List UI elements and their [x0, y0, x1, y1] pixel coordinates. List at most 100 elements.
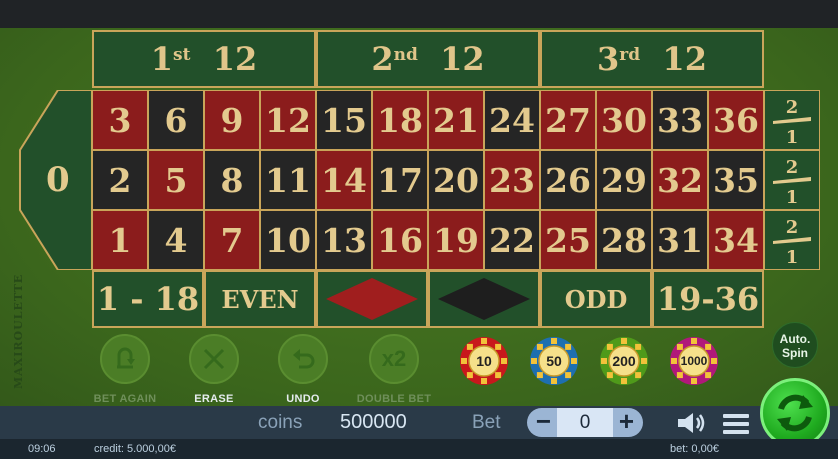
coins-value: 500000 [340, 411, 407, 433]
clock: 09:06 [28, 443, 56, 455]
chip-1000[interactable]: 1000 [669, 336, 719, 386]
bet-red[interactable] [316, 270, 428, 328]
double-bet-icon: x2 [381, 346, 407, 371]
number-cell[interactable]: 27 [540, 90, 596, 150]
number-cell[interactable]: 33 [652, 90, 708, 150]
number-cell[interactable]: 7 [204, 210, 260, 270]
number-cell[interactable]: 19 [428, 210, 484, 270]
column-bottom-number: 1 [786, 247, 799, 268]
number-cell[interactable]: 25 [540, 210, 596, 270]
spin-button[interactable] [760, 378, 830, 448]
undo-button[interactable] [278, 334, 328, 384]
number-cell[interactable]: 29 [596, 150, 652, 210]
bet-low[interactable]: 1 - 18 [92, 270, 204, 328]
bet-zero[interactable]: 0 [18, 90, 92, 270]
number-cell[interactable]: 20 [428, 150, 484, 210]
number-cell[interactable]: 18 [372, 90, 428, 150]
number-cell[interactable]: 6 [148, 90, 204, 150]
chip-value: 10 [476, 353, 492, 369]
number-cell[interactable]: 36 [708, 90, 764, 150]
bet-column-2to1[interactable]: 21 [764, 210, 820, 270]
dozen-ordinal: 1 [150, 40, 173, 78]
spin-icon [777, 394, 813, 432]
number-cell[interactable]: 12 [260, 90, 316, 150]
status-bar: 09:06 credit: 5.000,00€ bet: 0,00€ [0, 439, 838, 459]
speaker-icon[interactable] [676, 412, 708, 434]
chip-value: 1000 [680, 354, 708, 368]
number-cell[interactable]: 26 [540, 150, 596, 210]
number-cell[interactable]: 31 [652, 210, 708, 270]
bet-second-dozen[interactable]: 2nd 12 [316, 30, 540, 88]
number-cell[interactable]: 34 [708, 210, 764, 270]
two-to-one-mark: 21 [773, 97, 811, 148]
number-cell[interactable]: 30 [596, 90, 652, 150]
bet-black[interactable] [428, 270, 540, 328]
side-logo-text: MAXIROULETTE [12, 273, 25, 389]
bet-column-2to1[interactable]: 21 [764, 90, 820, 150]
bet-total-text: bet: 0,00€ [670, 443, 719, 455]
number-cell[interactable]: 5 [148, 150, 204, 210]
number-cell[interactable]: 17 [372, 150, 428, 210]
chip-value: 200 [612, 353, 636, 369]
number-cell[interactable]: 11 [260, 150, 316, 210]
chip-200[interactable]: 200 [599, 336, 649, 386]
bet-odd[interactable]: ODD [540, 270, 652, 328]
number-cell[interactable]: 22 [484, 210, 540, 270]
number-cell[interactable]: 32 [652, 150, 708, 210]
number-cell[interactable]: 9 [204, 90, 260, 150]
number-cell[interactable]: 10 [260, 210, 316, 270]
auto-spin-line1: Auto. [779, 332, 811, 346]
number-cell[interactable]: 4 [148, 210, 204, 270]
number-cell[interactable]: 21 [428, 90, 484, 150]
bet-again-button[interactable] [100, 334, 150, 384]
diamond-black-icon [438, 278, 530, 320]
chip-10[interactable]: 10 [459, 336, 509, 386]
number-cell[interactable]: 2 [92, 150, 148, 210]
top-bar [0, 0, 838, 29]
erase-control[interactable]: ERASE [164, 334, 264, 405]
number-cell[interactable]: 1 [92, 210, 148, 270]
dozen-suffix: st [173, 45, 191, 65]
erase-icon [203, 348, 225, 370]
bet-column-2to1[interactable]: 21 [764, 150, 820, 210]
bet-value: 0 [557, 408, 613, 437]
chip-50[interactable]: 50 [529, 336, 579, 386]
column-top-number: 2 [786, 217, 799, 238]
number-cell[interactable]: 13 [316, 210, 372, 270]
bet-high[interactable]: 19-36 [652, 270, 764, 328]
number-cell[interactable]: 35 [708, 150, 764, 210]
bottom-bar: coins 500000 Bet − 0 + [0, 406, 838, 439]
column-bottom-number: 1 [786, 127, 799, 148]
menu-icon[interactable] [722, 413, 750, 435]
undo-label: UNDO [286, 393, 320, 405]
dozen-number: 12 [662, 40, 707, 78]
betting-table: 1st 12 2nd 12 3rd 12 0 3 6 9 12 15 18 21 24 27 30… [0, 28, 838, 406]
number-cell[interactable]: 24 [484, 90, 540, 150]
number-cell[interactable]: 14 [316, 150, 372, 210]
chip-value: 50 [546, 353, 562, 369]
zero-label: 0 [46, 160, 70, 200]
double-bet-button[interactable]: x2 [369, 334, 419, 384]
number-cell[interactable]: 8 [204, 150, 260, 210]
bet-first-dozen[interactable]: 1st 12 [92, 30, 316, 88]
column-divider [773, 177, 811, 184]
column-divider [773, 237, 811, 244]
undo-control[interactable]: UNDO [253, 334, 353, 405]
column-divider [773, 117, 811, 124]
number-cell[interactable]: 3 [92, 90, 148, 150]
erase-button[interactable] [189, 334, 239, 384]
bet-again-control[interactable]: BET AGAIN [75, 334, 175, 405]
two-to-one-mark: 21 [773, 217, 811, 268]
number-cell[interactable]: 16 [372, 210, 428, 270]
bet-increase-button[interactable]: + [612, 408, 641, 437]
bet-third-dozen[interactable]: 3rd 12 [540, 30, 764, 88]
bet-decrease-button[interactable]: − [529, 408, 558, 437]
number-cell[interactable]: 28 [596, 210, 652, 270]
number-cell[interactable]: 23 [484, 150, 540, 210]
auto-spin-button[interactable]: Auto. Spin [772, 322, 818, 368]
bet-again-label: BET AGAIN [93, 393, 157, 405]
bet-even[interactable]: EVEN [204, 270, 316, 328]
diamond-red-icon [326, 278, 418, 320]
number-cell[interactable]: 15 [316, 90, 372, 150]
double-bet-control[interactable]: x2 DOUBLE BET [344, 334, 444, 405]
